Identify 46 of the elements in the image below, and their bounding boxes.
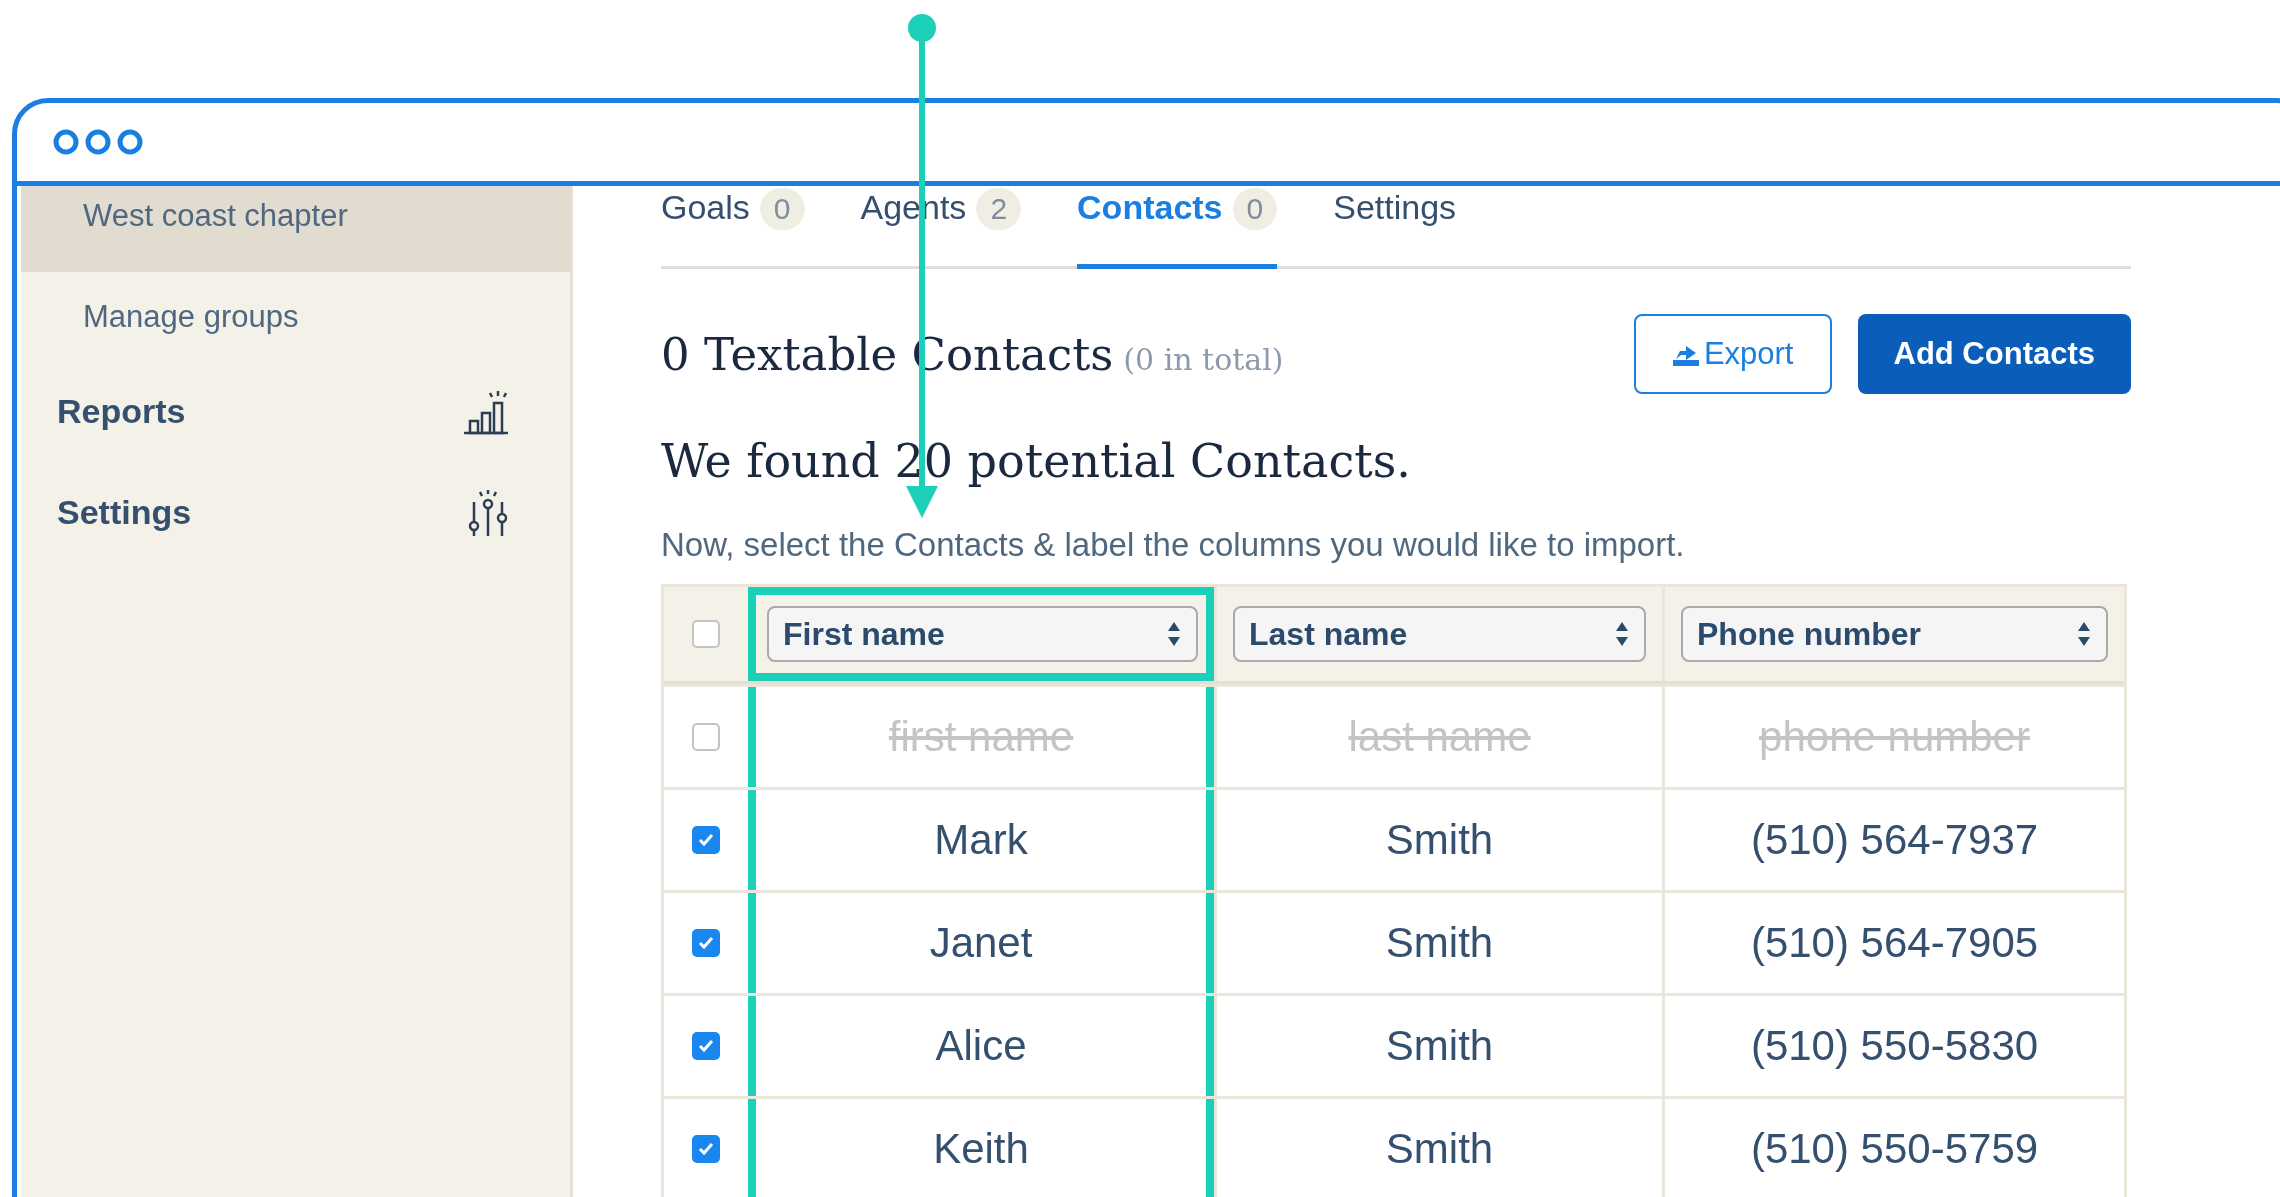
select-all-checkbox[interactable]: [692, 620, 720, 648]
export-button[interactable]: Export: [1633, 314, 1832, 394]
table-cell: Janet: [929, 919, 1033, 967]
sidebar-item[interactable]: West coast chapter: [21, 186, 570, 272]
total-count: (0 in total): [1123, 341, 1284, 377]
table-cell: Smith: [1385, 1125, 1494, 1173]
table-cell: Keith: [933, 1125, 1029, 1173]
count-badge: 2: [976, 188, 1022, 230]
bar-chart-icon: [462, 388, 510, 435]
tab[interactable]: Settings: [1333, 186, 1457, 269]
count-badge: 0: [759, 188, 805, 230]
table-cell: (510) 564-7937: [1750, 816, 2039, 864]
table-cell: Alice: [935, 1022, 1027, 1070]
sort-arrows-icon: [1614, 620, 1630, 648]
table-cell: Smith: [1385, 1022, 1494, 1070]
table-cell: (510) 564-7905: [1750, 919, 2039, 967]
sidebar-section[interactable]: Settings: [21, 465, 570, 560]
table-cell: Smith: [1385, 816, 1494, 864]
row-checkbox[interactable]: [692, 826, 720, 854]
column-select[interactable]: First name: [767, 606, 1198, 662]
row-checkbox[interactable]: [692, 1032, 720, 1060]
table-cell: Smith: [1385, 919, 1494, 967]
sort-arrows-icon: [1166, 620, 1182, 648]
table-cell: first name: [888, 713, 1074, 761]
table-cell: last name: [1348, 713, 1531, 761]
table-cell: phone number: [1759, 713, 2030, 761]
tab[interactable]: Goals 0: [661, 186, 805, 269]
sliders-icon: [466, 487, 510, 538]
column-select[interactable]: Phone number: [1681, 606, 2108, 662]
instruction-text: Now, select the Contacts & label the columns you would like to import.: [661, 526, 1686, 564]
sidebar-section[interactable]: Reports: [21, 364, 570, 459]
table-cell: (510) 550-5830: [1750, 1022, 2039, 1070]
sidebar-item[interactable]: Manage groups: [21, 272, 570, 358]
window-controls-icon: [53, 127, 143, 157]
column-select[interactable]: Last name: [1233, 606, 1646, 662]
table-cell: (510) 550-5759: [1750, 1125, 2039, 1173]
row-checkbox[interactable]: [692, 1135, 720, 1163]
table-cell: Mark: [934, 816, 1028, 864]
sort-arrows-icon: [2076, 620, 2092, 648]
section-label: Reports: [57, 392, 186, 431]
row-checkbox[interactable]: [692, 929, 720, 957]
add-contacts-button[interactable]: Add Contacts: [1857, 314, 2131, 394]
section-label: Settings: [57, 493, 192, 532]
tab[interactable]: Contacts 0: [1077, 186, 1278, 269]
row-checkbox[interactable]: [692, 723, 720, 751]
count-badge: 0: [1232, 188, 1278, 230]
